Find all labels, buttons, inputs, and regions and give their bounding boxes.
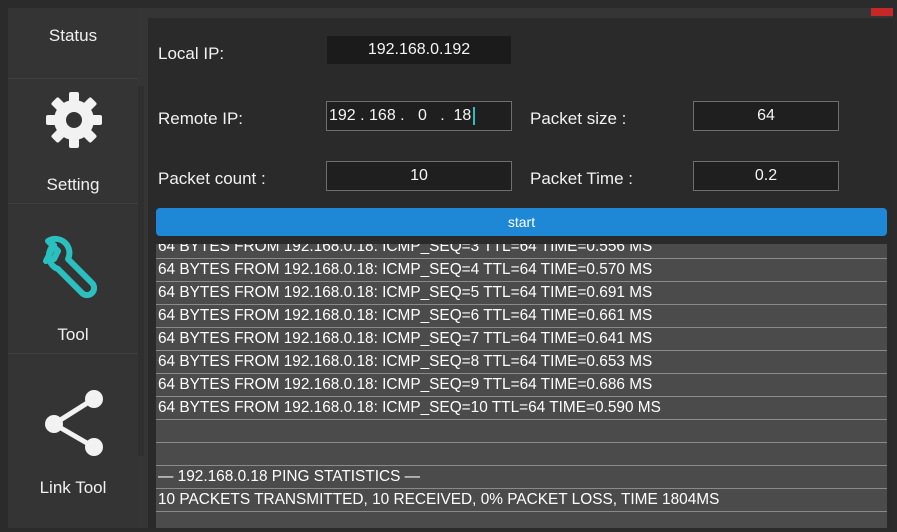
packet-count-label: Packet count : — [158, 169, 266, 188]
ping-output-log[interactable]: 64 BYTES FROM 192.168.0.18: ICMP_SEQ=3 T… — [156, 244, 887, 528]
local-ip-label: Local IP: — [158, 44, 225, 63]
sidebar-scrollbar[interactable] — [138, 86, 144, 456]
remote-ip-value: 192 . 168 . 0 . 18 — [329, 107, 472, 124]
log-line: 64 BYTES FROM 192.168.0.18: ICMP_SEQ=8 T… — [156, 351, 887, 374]
ping-panel: Local IP: 192.168.0.192 Remote IP: 192 .… — [148, 18, 893, 528]
packet-time-input[interactable]: 0.2 — [693, 161, 839, 191]
share-icon — [42, 388, 106, 463]
remote-ip-input[interactable]: 192 . 168 . 0 . 18 — [326, 101, 512, 131]
sidebar-item-link-tool[interactable]: Link Tool — [8, 353, 138, 528]
log-line — [156, 420, 887, 443]
packet-count-input[interactable]: 10 — [326, 161, 512, 191]
log-line: 64 BYTES FROM 192.168.0.18: ICMP_SEQ=3 T… — [156, 244, 887, 259]
sidebar-item-label: Link Tool — [39, 478, 107, 497]
packet-time-label: Packet Time : — [530, 169, 633, 188]
start-button[interactable]: start — [156, 208, 887, 236]
gear-icon — [42, 88, 106, 157]
local-ip-value: 192.168.0.192 — [326, 35, 512, 65]
sidebar-item-label: Setting — [46, 175, 100, 194]
sidebar-item-setting[interactable]: Setting — [8, 78, 138, 204]
log-line: — 192.168.0.18 PING STATISTICS — — [156, 466, 887, 489]
log-line: 64 BYTES FROM 192.168.0.18: ICMP_SEQ=10 … — [156, 397, 887, 420]
sidebar-item-status[interactable]: Status — [8, 8, 138, 79]
sidebar-item-tool[interactable]: Tool — [8, 203, 138, 354]
sidebar: Status Setting Tool Link Tool — [8, 8, 138, 528]
wrench-icon — [38, 233, 108, 308]
sidebar-item-label: Tool — [57, 325, 89, 344]
packet-size-input[interactable]: 64 — [693, 101, 839, 131]
log-line: 64 BYTES FROM 192.168.0.18: ICMP_SEQ=6 T… — [156, 305, 887, 328]
log-line: 64 BYTES FROM 192.168.0.18: ICMP_SEQ=5 T… — [156, 282, 887, 305]
remote-ip-label: Remote IP: — [158, 109, 244, 128]
log-line: 64 BYTES FROM 192.168.0.18: ICMP_SEQ=7 T… — [156, 328, 887, 351]
text-cursor — [473, 106, 476, 125]
app-window: Status Setting Tool Link Tool Local IP: … — [8, 8, 893, 528]
log-line: 10 PACKETS TRANSMITTED, 10 RECEIVED, 0% … — [156, 489, 887, 512]
log-line: 64 BYTES FROM 192.168.0.18: ICMP_SEQ=4 T… — [156, 259, 887, 282]
log-line — [156, 443, 887, 466]
window-corner-accent — [871, 8, 893, 16]
sidebar-item-label: Status — [48, 26, 98, 45]
log-line: 64 BYTES FROM 192.168.0.18: ICMP_SEQ=9 T… — [156, 374, 887, 397]
packet-size-label: Packet size : — [530, 109, 627, 128]
